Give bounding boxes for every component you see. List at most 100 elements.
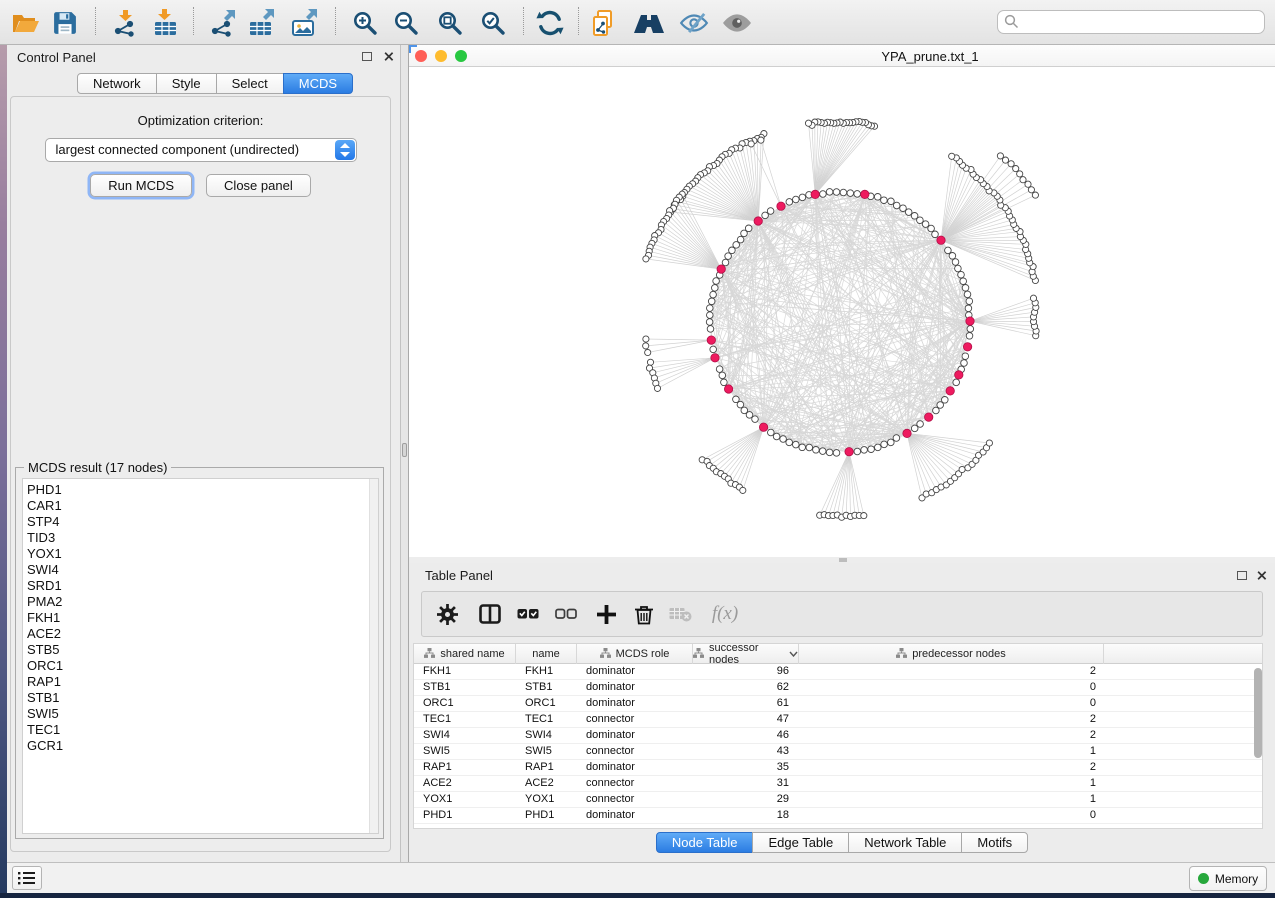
mcds-result-item[interactable]: STB5	[23, 642, 378, 658]
cell-shared-name[interactable]: PHD1	[414, 808, 516, 823]
cell-predecessor-nodes[interactable]: 1	[799, 792, 1104, 807]
table-row[interactable]: RAP1RAP1dominator352	[414, 760, 1262, 776]
select-all-columns-button[interactable]	[515, 601, 541, 627]
cell-MCDS-role[interactable]: dominator	[577, 808, 693, 823]
network-canvas[interactable]	[409, 67, 1275, 557]
cell-MCDS-role[interactable]: connector	[577, 792, 693, 807]
open-session-button[interactable]	[8, 6, 42, 40]
zoom-in-button[interactable]	[348, 6, 382, 40]
splitter-handle[interactable]	[402, 443, 407, 457]
delete-table-button[interactable]	[667, 601, 693, 627]
criterion-dropdown[interactable]: largest connected component (undirected)	[45, 138, 357, 162]
mcds-result-item[interactable]: PHD1	[23, 479, 378, 498]
import-table-button[interactable]	[149, 6, 183, 40]
cell-predecessor-nodes[interactable]: 0	[799, 680, 1104, 695]
cell-name[interactable]: FKH1	[516, 664, 577, 679]
cell-successor-nodes[interactable]: 35	[693, 760, 799, 775]
cell-shared-name[interactable]: SWI5	[414, 744, 516, 759]
cell-shared-name[interactable]: STB1	[414, 680, 516, 695]
cell-shared-name[interactable]: YOX1	[414, 792, 516, 807]
table-tab-network-table[interactable]: Network Table	[848, 832, 962, 853]
table-tab-edge-table[interactable]: Edge Table	[752, 832, 849, 853]
cell-predecessor-nodes[interactable]: 2	[799, 664, 1104, 679]
cell-predecessor-nodes[interactable]: 0	[799, 696, 1104, 711]
table-row[interactable]: PHD1PHD1dominator180	[414, 808, 1262, 824]
cell-predecessor-nodes[interactable]: 2	[799, 728, 1104, 743]
cell-name[interactable]: RAP1	[516, 760, 577, 775]
mcds-result-item[interactable]: YOX1	[23, 546, 378, 562]
cell-successor-nodes[interactable]: 29	[693, 792, 799, 807]
cell-successor-nodes[interactable]: 46	[693, 728, 799, 743]
cell-MCDS-role[interactable]: dominator	[577, 664, 693, 679]
zoom-selected-button[interactable]	[476, 6, 510, 40]
export-table-button[interactable]	[245, 6, 279, 40]
mcds-result-item[interactable]: TID3	[23, 530, 378, 546]
cell-successor-nodes[interactable]: 61	[693, 696, 799, 711]
zoom-fit-button[interactable]	[433, 6, 467, 40]
cell-name[interactable]: ORC1	[516, 696, 577, 711]
table-settings-button[interactable]	[434, 601, 460, 627]
cell-shared-name[interactable]: ORC1	[414, 696, 516, 711]
cell-successor-nodes[interactable]: 96	[693, 664, 799, 679]
mcds-result-item[interactable]: TEC1	[23, 722, 378, 738]
cell-predecessor-nodes[interactable]: 1	[799, 776, 1104, 791]
mcds-result-item[interactable]: RAP1	[23, 674, 378, 690]
save-session-button[interactable]	[48, 6, 82, 40]
show-all-button[interactable]	[720, 6, 754, 40]
list-scrollbar[interactable]	[369, 479, 378, 833]
cell-MCDS-role[interactable]: dominator	[577, 760, 693, 775]
table-row[interactable]: SWI5SWI5connector431	[414, 744, 1262, 760]
tab-select[interactable]: Select	[216, 73, 284, 94]
mcds-result-item[interactable]: ACE2	[23, 626, 378, 642]
cell-MCDS-role[interactable]: connector	[577, 776, 693, 791]
column-header-MCDS-role[interactable]: MCDS role	[577, 644, 693, 664]
table-row[interactable]: ORC1ORC1dominator610	[414, 696, 1262, 712]
window-close-icon[interactable]	[415, 50, 427, 62]
cell-MCDS-role[interactable]: dominator	[577, 696, 693, 711]
cell-successor-nodes[interactable]: 43	[693, 744, 799, 759]
cell-name[interactable]: PHD1	[516, 808, 577, 823]
float-table-panel-icon[interactable]	[1237, 571, 1247, 580]
export-image-button[interactable]	[288, 6, 322, 40]
cell-shared-name[interactable]: SWI4	[414, 728, 516, 743]
cell-name[interactable]: SWI4	[516, 728, 577, 743]
cell-successor-nodes[interactable]: 31	[693, 776, 799, 791]
function-builder-button[interactable]: f(x)	[703, 601, 747, 627]
cell-name[interactable]: SWI5	[516, 744, 577, 759]
cell-shared-name[interactable]: RAP1	[414, 760, 516, 775]
table-row[interactable]: SWI4SWI4dominator462	[414, 728, 1262, 744]
cell-MCDS-role[interactable]: connector	[577, 712, 693, 727]
cell-MCDS-role[interactable]: connector	[577, 744, 693, 759]
panel-splitter[interactable]	[401, 45, 409, 862]
cell-name[interactable]: ACE2	[516, 776, 577, 791]
table-row[interactable]: TEC1TEC1connector472	[414, 712, 1262, 728]
mcds-result-item[interactable]: FKH1	[23, 610, 378, 626]
split-columns-button[interactable]	[477, 601, 503, 627]
table-tab-motifs[interactable]: Motifs	[961, 832, 1028, 853]
cell-name[interactable]: TEC1	[516, 712, 577, 727]
window-maximize-icon[interactable]	[455, 50, 467, 62]
cell-predecessor-nodes[interactable]: 1	[799, 744, 1104, 759]
refresh-view-button[interactable]	[533, 6, 567, 40]
unselect-all-columns-button[interactable]	[553, 601, 579, 627]
column-header-successor-nodes[interactable]: successor nodes	[693, 644, 799, 664]
cell-name[interactable]: STB1	[516, 680, 577, 695]
import-network-button[interactable]	[108, 6, 142, 40]
tab-mcds[interactable]: MCDS	[283, 73, 353, 94]
table-splitter-handle[interactable]	[839, 558, 847, 562]
cell-predecessor-nodes[interactable]: 2	[799, 712, 1104, 727]
mcds-result-list[interactable]: PHD1CAR1STP4TID3YOX1SWI4SRD1PMA2FKH1ACE2…	[22, 478, 379, 834]
hide-selected-button[interactable]	[677, 6, 711, 40]
column-header-name[interactable]: name	[516, 644, 577, 664]
cell-predecessor-nodes[interactable]: 0	[799, 808, 1104, 823]
close-panel-button[interactable]: Close panel	[206, 174, 311, 197]
table-row[interactable]: FKH1FKH1dominator962	[414, 664, 1262, 680]
first-neighbors-button[interactable]	[632, 6, 666, 40]
zoom-out-button[interactable]	[389, 6, 423, 40]
cell-successor-nodes[interactable]: 18	[693, 808, 799, 823]
search-input[interactable]	[997, 10, 1265, 34]
window-minimize-icon[interactable]	[435, 50, 447, 62]
cell-name[interactable]: YOX1	[516, 792, 577, 807]
memory-button[interactable]: Memory	[1189, 866, 1267, 891]
table-row[interactable]: ACE2ACE2connector311	[414, 776, 1262, 792]
